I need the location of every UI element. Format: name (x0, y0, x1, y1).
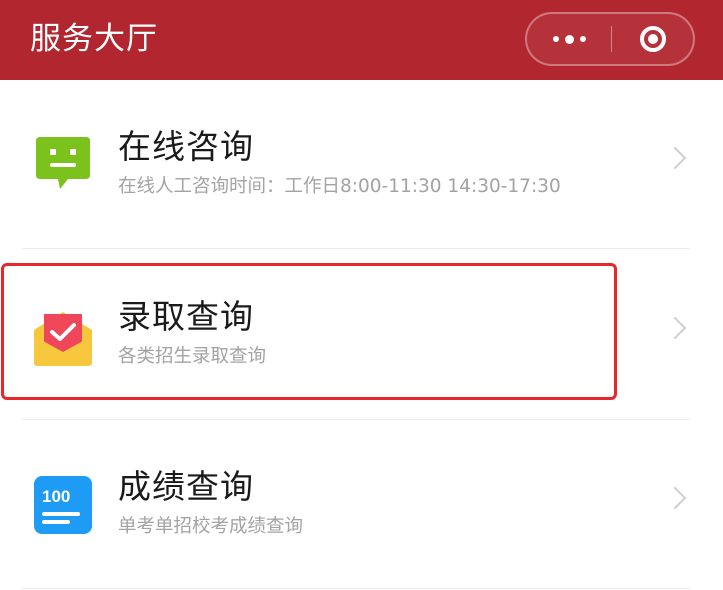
item-subtitle: 各类招生录取查询 (118, 346, 267, 367)
envelope-check-icon (34, 312, 92, 366)
item-subtitle: 在线人工咨询时间：工作日8:00-11:30 14:30-17:30 (118, 176, 561, 197)
item-title: 成绩查询 (118, 467, 254, 506)
list-item-admission-query[interactable]: 录取查询 各类招生录取查询 (0, 250, 723, 420)
chevron-right-icon (663, 486, 687, 510)
chevron-right-icon (663, 316, 687, 340)
divider (22, 248, 690, 249)
item-title: 录取查询 (118, 297, 254, 336)
menu-capsule (525, 12, 695, 66)
capsule-divider (611, 26, 612, 52)
svg-text:100: 100 (42, 487, 70, 506)
score-board-icon: 100 (34, 476, 92, 534)
more-dots-icon (552, 36, 559, 42)
list-item-score-query[interactable]: 100 成绩查询 单考单招校考成绩查询 (0, 420, 723, 590)
page-title: 服务大厅 (30, 21, 158, 57)
chevron-right-icon (663, 146, 687, 170)
more-button[interactable] (527, 14, 611, 64)
target-circle-icon (640, 26, 666, 52)
item-title: 在线咨询 (118, 127, 254, 166)
list-item-online-consult[interactable]: 在线咨询 在线人工咨询时间：工作日8:00-11:30 14:30-17:30 (0, 80, 723, 250)
title-bar: 服务大厅 (0, 0, 723, 80)
close-miniprogram-button[interactable] (613, 14, 693, 64)
chat-bubble-icon (36, 137, 90, 189)
item-subtitle: 单考单招校考成绩查询 (118, 516, 304, 537)
more-dot-center (564, 34, 574, 44)
more-dot-right (579, 36, 586, 42)
